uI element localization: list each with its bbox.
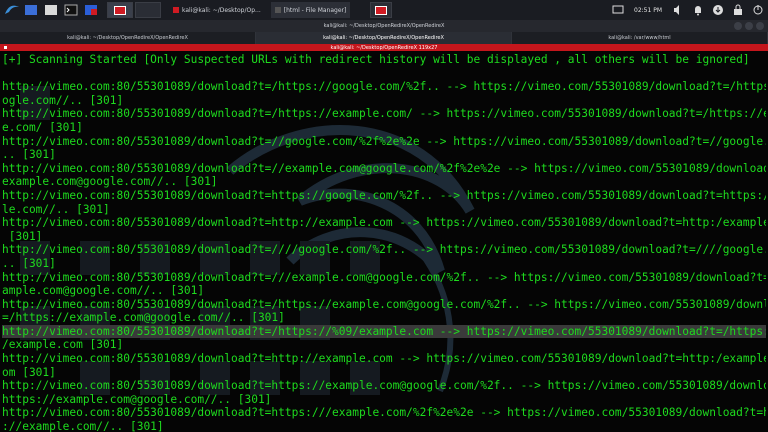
terminal-lines: [+] Scanning Started [Only Suspected URL…	[2, 53, 766, 432]
taskbar-terminal[interactable]: kali@kali: ~/Desktop/Op...	[169, 2, 265, 18]
taskbar-thumb[interactable]	[370, 2, 393, 18]
terminal-line: =/https://example.com@google.com//.. [30…	[2, 311, 285, 325]
display-icon[interactable]	[611, 3, 625, 17]
terminal-line: .. [301]	[2, 148, 56, 162]
terminal-line: [301]	[2, 229, 43, 243]
tab-1[interactable]: kali@kali: ~/Desktop/OpenRedireX/OpenRed…	[0, 32, 256, 44]
inner-title-text: kali@kali: ~/Desktop/OpenRedireX 119x27	[330, 44, 438, 51]
terminal-line: http://vimeo.com:80/55301089/download?t=…	[2, 107, 766, 121]
terminal-output[interactable]: [+] Scanning Started [Only Suspected URL…	[0, 51, 768, 432]
top-panel: kali@kali: ~/Desktop/Op... [html - File …	[0, 0, 768, 20]
folder-task-icon	[274, 7, 281, 13]
minimize-icon[interactable]	[734, 22, 742, 30]
power-icon[interactable]	[751, 3, 765, 17]
terminal-line: https://example.com@google.com//.. [301]	[2, 392, 272, 406]
terminal-line: http://vimeo.com:80/55301089/download?t=…	[2, 352, 766, 366]
terminal-line: [+] Scanning Started [Only Suspected URL…	[2, 53, 750, 66]
show-desktop-icon[interactable]	[23, 3, 39, 17]
tab-1-label: kali@kali: ~/Desktop/OpenRedireX/OpenRed…	[67, 35, 188, 41]
tab-2-label: kali@kali: ~/Desktop/OpenRedireX/OpenRed…	[323, 35, 444, 41]
workspace-1[interactable]	[107, 2, 133, 18]
browser-icon[interactable]	[83, 3, 99, 17]
taskbar-file-manager-label: [html - File Manager]	[283, 6, 347, 14]
taskbar-file-manager[interactable]: [html - File Manager]	[270, 2, 351, 18]
terminal-line: om [301]	[2, 365, 56, 379]
window-title-text: kali@kali: ~/Desktop/OpenRedireX/OpenRed…	[323, 23, 445, 29]
notification-bell-icon[interactable]	[691, 3, 705, 17]
terminal-tabs: kali@kali: ~/Desktop/OpenRedireX/OpenRed…	[0, 32, 768, 44]
terminal-line: le.com//.. [301]	[2, 202, 110, 216]
close-icon[interactable]	[756, 22, 764, 30]
terminal-line: http://vimeo.com:80/55301089/download?t=…	[2, 216, 766, 230]
lock-screen-icon[interactable]	[731, 3, 745, 17]
clock[interactable]: 02:51 PM	[634, 7, 662, 14]
tab-2[interactable]: kali@kali: ~/Desktop/OpenRedireX/OpenRed…	[256, 32, 512, 44]
terminal-line: http://vimeo.com:80/55301089/download?t=…	[2, 80, 766, 94]
terminal-task-icon	[173, 7, 179, 13]
terminal-line: http://vimeo.com:80/55301089/download?t=…	[2, 379, 766, 393]
terminal-line: http://vimeo.com:80/55301089/download?t=…	[2, 161, 766, 175]
terminal-line: http://vimeo.com:80/55301089/download?t=…	[2, 270, 766, 284]
terminal-line: http://vimeo.com:80/55301089/download?t=…	[2, 406, 766, 420]
terminal-line: .. [301]	[2, 256, 56, 270]
terminal-line: ://example.com//.. [301]	[2, 420, 164, 432]
terminal-line: ample.com@google.com//.. [301]	[2, 284, 205, 298]
terminal-line: http://vimeo.com:80/55301089/download?t=…	[2, 297, 766, 311]
terminal-line: /example.com [301]	[2, 338, 124, 352]
terminal-line: example.com@google.com//.. [301]	[2, 175, 218, 189]
inner-terminal-title: kali@kali: ~/Desktop/OpenRedireX 119x27	[0, 44, 768, 51]
tab-3[interactable]: kali@kali: /var/www/html	[512, 32, 768, 44]
file-manager-icon[interactable]	[43, 3, 59, 17]
workspace-2[interactable]	[135, 2, 161, 18]
terminal-line: ogle.com//.. [301]	[2, 93, 124, 107]
terminal-line: http://vimeo.com:80/55301089/download?t=…	[2, 324, 766, 339]
window-controls	[731, 22, 764, 30]
tab-3-label: kali@kali: /var/www/html	[608, 35, 671, 41]
terminal-line: http://vimeo.com:80/55301089/download?t=…	[2, 188, 766, 202]
kali-menu-icon[interactable]	[3, 2, 21, 18]
update-icon[interactable]	[711, 3, 725, 17]
taskbar-terminal-label: kali@kali: ~/Desktop/Op...	[182, 6, 261, 14]
terminal-icon[interactable]	[63, 3, 79, 17]
workspace-switcher	[107, 2, 163, 18]
terminal-line: http://vimeo.com:80/55301089/download?t=…	[2, 243, 766, 257]
maximize-icon[interactable]	[745, 22, 753, 30]
terminal-line: http://vimeo.com:80/55301089/download?t=…	[2, 134, 766, 148]
terminal-line: e.com/ [301]	[2, 120, 83, 134]
volume-icon[interactable]	[671, 3, 685, 17]
window-menu-icon[interactable]	[4, 46, 7, 49]
terminal-window-title: kali@kali: ~/Desktop/OpenRedireX/OpenRed…	[0, 20, 768, 32]
